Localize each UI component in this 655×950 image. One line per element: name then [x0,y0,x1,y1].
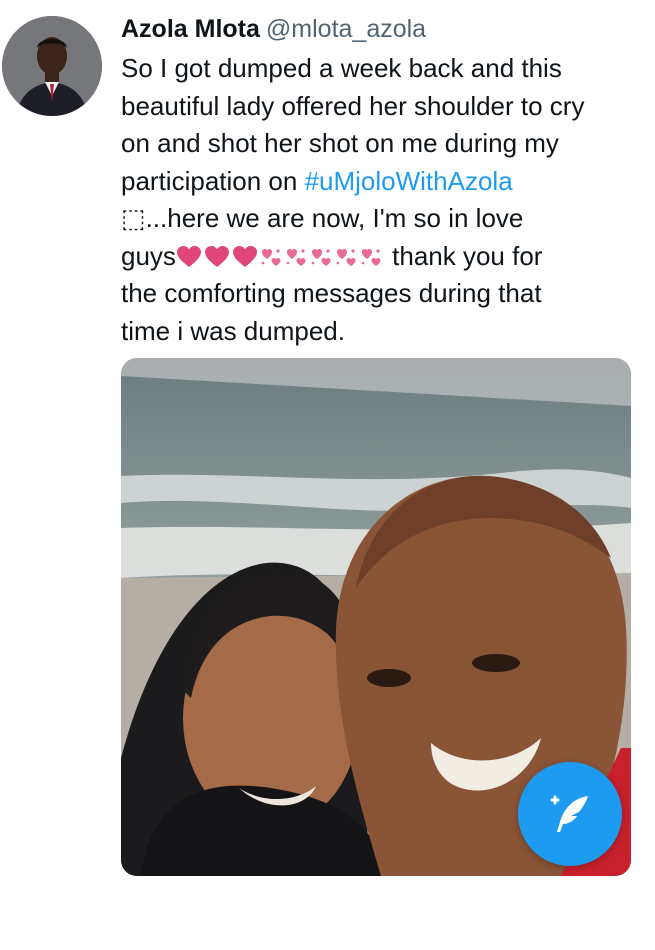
sparkling-heart-emoji-icon [336,248,356,266]
heart-emoji-icon [204,245,229,267]
author-avatar[interactable] [2,16,102,116]
tweet-line-text: guys [121,240,176,271]
author-name[interactable]: Azola Mlota [121,15,260,43]
tweet-line-text: thank you for [384,240,543,271]
tweet-line-text: participation on [121,165,305,196]
avatar-portrait [2,16,102,116]
hashtag-link[interactable]: #uMjoloWithAzola [305,166,513,196]
tweet-line: So I got dumped a week back and this [121,53,562,83]
tweet-header: Azola Mlota @mlota_azola [121,12,646,46]
tweet-line: on and shot her shot on me during my [121,128,559,158]
sparkling-heart-emoji-icon [311,248,331,266]
author-handle[interactable]: @mlota_azola [266,15,426,43]
tweet-line: beautiful lady offered her shoulder to c… [121,90,585,121]
sparkling-heart-emoji-icon [261,248,281,266]
tweet-line: time i was dumped. [121,315,345,346]
tweet-text: So I got dumped a week back and this bea… [121,50,646,350]
tweet-line: participation on #uMjoloWithAzola [121,163,646,201]
compose-feather-icon [550,795,588,832]
heart-emoji-icon [176,245,201,267]
tweet-line: the comforting messages during that [121,278,542,308]
sparkling-heart-emoji-icon [361,248,381,266]
emoji-row [176,245,385,269]
heart-emoji-icon [232,245,257,267]
tweet-line: guys thank you for [121,238,646,276]
sparkling-heart-emoji-icon [286,248,306,266]
tweet-body: Azola Mlota @mlota_azola So I got dumped … [121,12,646,350]
compose-tweet-button[interactable] [518,762,622,866]
tweet-line: ⬚...here we are now, I'm so in love [121,203,524,233]
